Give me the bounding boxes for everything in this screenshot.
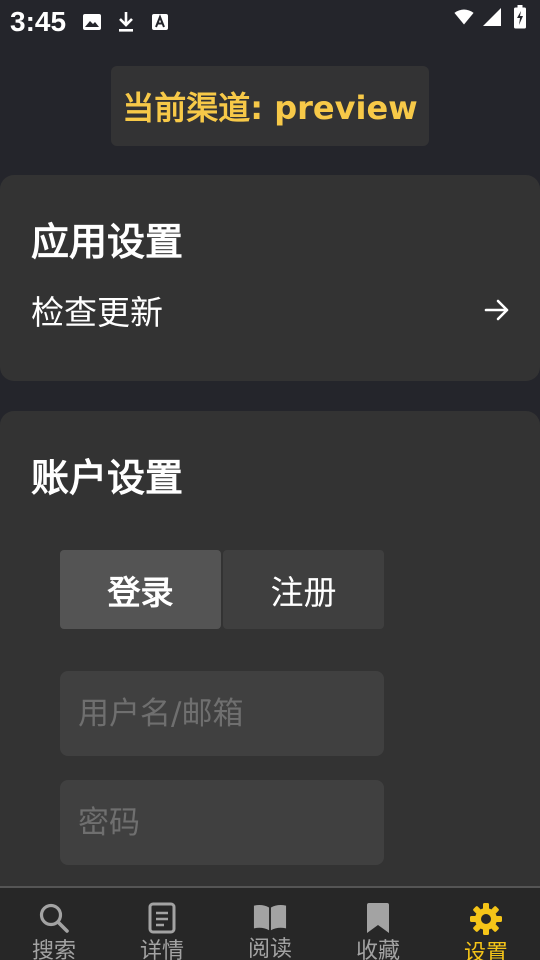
account-settings-card: 账户设置 登录 注册 [0,411,540,911]
nav-item-read[interactable]: 阅读 [216,888,324,960]
battery-charging-icon [510,5,530,29]
nav-label-favorites: 收藏 [355,939,400,960]
wifi-icon [454,6,474,28]
search-icon [37,902,71,934]
auth-tabs: 登录 注册 [60,550,384,629]
image-icon [82,11,102,33]
status-bar: 3:45 [0,0,540,44]
bottom-nav: 搜索 详情 阅读 收藏 设置 [0,886,540,960]
document-icon [145,902,179,934]
book-icon [253,902,287,932]
nav-label-details: 详情 [139,939,184,960]
status-time: 3:45 [10,6,67,37]
status-system-icons [454,5,530,29]
channel-badge: 当前渠道: preview [111,66,429,146]
nav-label-settings: 设置 [463,941,508,960]
nav-label-search: 搜索 [31,939,76,960]
password-input[interactable] [60,780,384,865]
app-settings-title: 应用设置 [31,220,184,264]
arrow-right-icon [483,296,511,324]
account-settings-title: 账户设置 [31,456,184,500]
username-input[interactable] [60,671,384,756]
download-icon [116,11,136,33]
gear-icon [469,902,503,936]
nav-item-favorites[interactable]: 收藏 [324,888,432,960]
tab-login[interactable]: 登录 [60,550,221,629]
signal-icon [482,6,502,28]
check-update-label: 检查更新 [31,293,163,332]
font-icon [150,11,170,33]
app-settings-card: 应用设置 检查更新 [0,175,540,381]
nav-item-search[interactable]: 搜索 [0,888,108,960]
check-update-row[interactable]: 检查更新 [31,285,511,335]
nav-item-details[interactable]: 详情 [108,888,216,960]
tab-register[interactable]: 注册 [223,550,384,629]
nav-item-settings[interactable]: 设置 [432,888,540,960]
nav-label-read: 阅读 [247,937,292,960]
status-notification-icons [82,11,170,33]
bookmark-icon [361,902,395,934]
